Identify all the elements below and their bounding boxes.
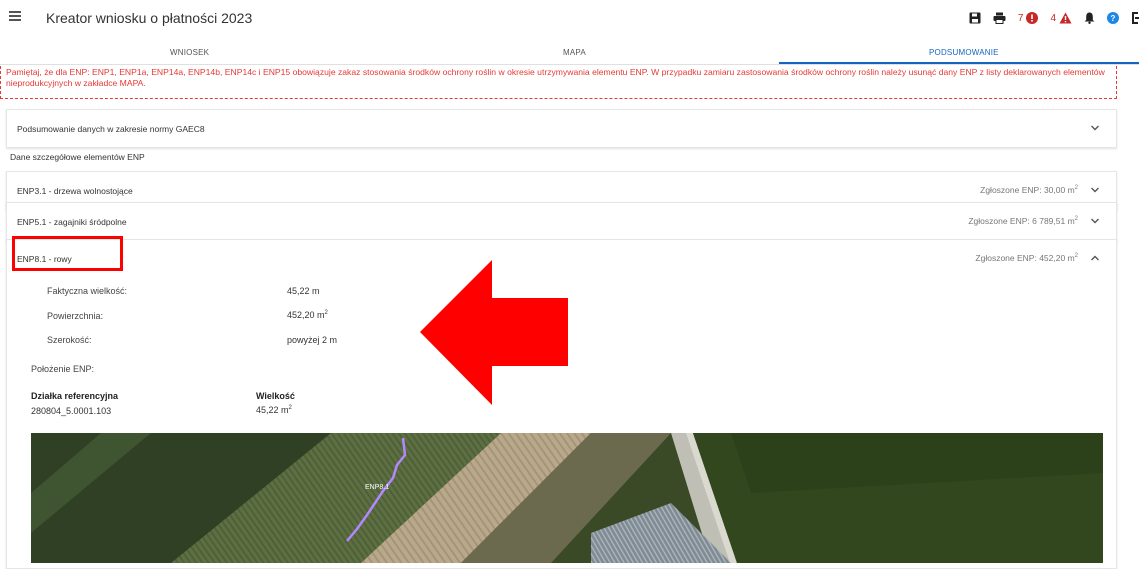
- errors-indicator[interactable]: 7: [1018, 12, 1039, 24]
- detail-label-actual-size: Faktyczna wielkość:: [47, 286, 128, 296]
- detail-value-actual-size: 45,22 m: [287, 286, 320, 296]
- detail-label-area: Powierzchnia:: [47, 311, 104, 321]
- warnings-indicator[interactable]: 4: [1050, 12, 1072, 24]
- gaec8-summary-title: Podsumowanie danych w zakresie normy GAE…: [17, 123, 205, 134]
- enp-panel-header[interactable]: ENP5.1 - zagajniki śródpolne Zgłoszone E…: [7, 203, 1116, 240]
- enp-details-heading: Dane szczegółowe elementów ENP: [10, 152, 145, 162]
- tab-mapa[interactable]: MAPA: [563, 48, 586, 57]
- parcel-id: 280804_5.0001.103: [31, 406, 112, 416]
- error-icon: [1026, 12, 1039, 24]
- highlight-box: [12, 236, 123, 271]
- print-icon[interactable]: [993, 12, 1006, 24]
- enp-declared-area: Zgłoszone ENP: 30,00 m2: [980, 185, 1078, 195]
- aerial-map-image: ENP8.1: [31, 433, 1103, 563]
- tab-divider: [0, 64, 1139, 65]
- menu-icon[interactable]: [9, 11, 21, 21]
- app-title: Kreator wniosku o płatności 2023: [46, 10, 253, 26]
- bell-icon[interactable]: [1084, 12, 1095, 24]
- chevron-up-icon[interactable]: [1090, 254, 1100, 262]
- chevron-down-icon[interactable]: [1090, 217, 1100, 225]
- enp-panel-title: ENP3.1 - drzewa wolnostojące: [17, 185, 133, 196]
- warning-icon: [1059, 12, 1072, 24]
- pesticide-warning: Pamiętaj, że dla ENP: ENP1, ENP1a, ENP14…: [0, 66, 1117, 99]
- detail-value-area: 452,20 m2: [287, 310, 328, 320]
- column-header-size: Wielkość: [256, 391, 295, 401]
- detail-label-width: Szerokość:: [47, 335, 92, 345]
- chevron-down-icon[interactable]: [1090, 124, 1100, 132]
- red-arrow-annotation: [420, 260, 568, 405]
- enp-declared-area: Zgłoszone ENP: 6 789,51 m2: [968, 216, 1078, 226]
- enp-panel-title: ENP5.1 - zagajniki śródpolne: [17, 216, 127, 227]
- gaec8-summary-panel[interactable]: Podsumowanie danych w zakresie normy GAE…: [6, 109, 1117, 148]
- help-icon[interactable]: ?: [1107, 12, 1119, 24]
- chevron-down-icon[interactable]: [1090, 186, 1100, 194]
- enp-panel-enp5-1[interactable]: ENP5.1 - zagajniki śródpolne Zgłoszone E…: [6, 202, 1117, 241]
- location-label: Położenie ENP:: [31, 364, 95, 374]
- detail-value-width: powyżej 2 m: [287, 335, 338, 345]
- map-enp-label: ENP8.1: [365, 484, 389, 491]
- enp-map[interactable]: ENP8.1: [31, 433, 1103, 563]
- tab-wniosek[interactable]: WNIOSEK: [170, 48, 209, 57]
- svg-text:?: ?: [1111, 14, 1116, 23]
- tab-podsumowanie[interactable]: PODSUMOWANIE: [929, 48, 999, 57]
- app-bar: Kreator wniosku o płatności 2023 7 4 ?: [0, 0, 1139, 36]
- logout-icon[interactable]: [1131, 12, 1139, 24]
- tab-bar: WNIOSEK MAPA PODSUMOWANIE: [0, 48, 1139, 68]
- column-header-parcel: Działka referencyjna: [31, 391, 119, 401]
- toolbar: 7 4 ?: [957, 7, 1139, 29]
- enp-declared-area: Zgłoszone ENP: 452,20 m2: [975, 253, 1078, 263]
- warnings-count: 4: [1050, 12, 1056, 24]
- gaec8-summary-header[interactable]: Podsumowanie danych w zakresie normy GAE…: [7, 110, 1116, 147]
- errors-count: 7: [1017, 12, 1024, 24]
- save-icon[interactable]: [969, 12, 981, 24]
- parcel-size: 45,22 m2: [256, 405, 292, 415]
